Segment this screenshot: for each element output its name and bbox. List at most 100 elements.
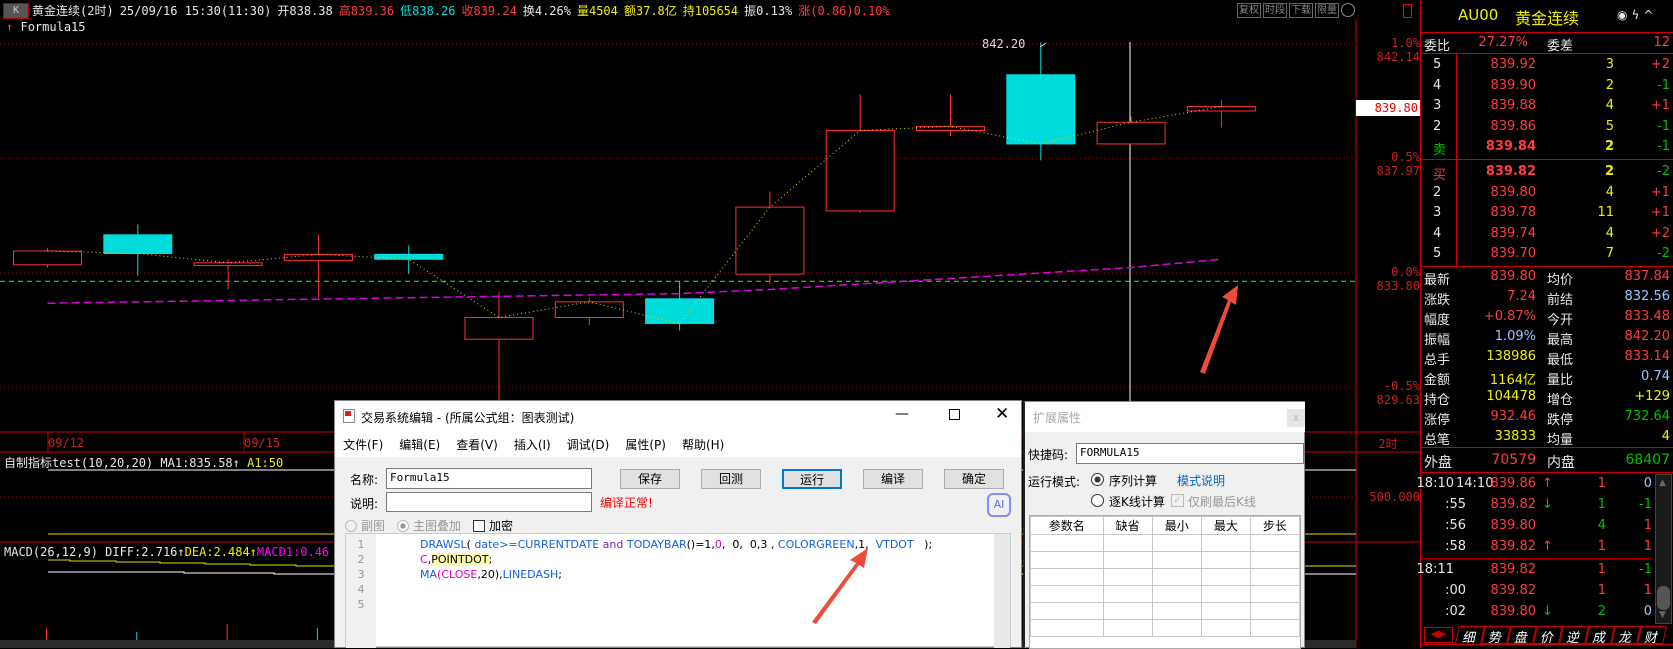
order-book-row[interactable]: 4 839.74 4 +2 (1421, 224, 1673, 244)
param-cell[interactable] (1151, 568, 1202, 586)
column-header[interactable]: 最大 (1200, 516, 1251, 535)
menu-item[interactable]: 编辑(E) (399, 436, 440, 453)
param-cell[interactable] (1151, 602, 1202, 620)
save-button[interactable]: 保存 (620, 469, 680, 489)
name-input[interactable]: Formula15 (386, 468, 592, 489)
param-row[interactable] (1030, 534, 1301, 552)
param-cell[interactable] (1030, 602, 1104, 620)
param-cell[interactable] (1151, 534, 1202, 552)
tab-6[interactable]: 龙 (1611, 626, 1641, 646)
param-cell[interactable] (1200, 551, 1251, 569)
param-cell[interactable] (1102, 619, 1153, 637)
radio-sequence[interactable] (1091, 473, 1104, 486)
param-cell[interactable] (1249, 568, 1301, 586)
param-cell[interactable] (1151, 551, 1202, 569)
column-header[interactable]: 缺省 (1102, 516, 1153, 535)
radio-main-overlay[interactable] (397, 519, 410, 532)
param-cell[interactable] (1200, 602, 1251, 620)
tab-next-icon[interactable]: ▶ (1439, 629, 1447, 640)
ai-button[interactable]: AI (987, 493, 1011, 517)
code-line[interactable]: C,POINTDOT; (420, 552, 492, 567)
tab-2[interactable]: 盘 (1507, 626, 1537, 646)
param-cell[interactable] (1200, 619, 1251, 637)
scroll-up-icon[interactable]: ▲ (1659, 478, 1666, 488)
maximize-button[interactable] (949, 409, 960, 420)
tab-0[interactable]: 细 (1455, 626, 1485, 646)
param-cell[interactable] (1102, 551, 1153, 569)
order-book-row[interactable]: 5 839.92 3 +2 (1421, 55, 1673, 75)
close-button[interactable]: x (1287, 409, 1305, 427)
order-book-row[interactable]: 买 839.82 2 -2 (1421, 162, 1673, 183)
menu-item[interactable]: 插入(I) (514, 436, 551, 453)
order-book-row[interactable]: 2 839.80 4 +1 (1421, 183, 1673, 203)
order-book-row[interactable]: 5 839.70 7 -2 (1421, 244, 1673, 264)
radio-per-bar[interactable] (1091, 494, 1104, 507)
param-row[interactable] (1030, 568, 1301, 586)
order-book-row[interactable]: 3 839.88 4 +1 (1421, 96, 1673, 116)
param-cell[interactable] (1030, 585, 1104, 603)
lightning-icon[interactable]: ϟ (1631, 8, 1643, 22)
desc-input[interactable] (386, 492, 592, 512)
param-cell[interactable] (1151, 585, 1202, 603)
menu-item[interactable]: 文件(F) (343, 436, 383, 453)
record-icon[interactable]: ◉ (1617, 8, 1631, 22)
tab-3[interactable]: 价 (1533, 626, 1563, 646)
param-cell[interactable] (1249, 619, 1301, 637)
scroll-thumb[interactable] (1657, 586, 1670, 610)
column-header[interactable]: 最小 (1151, 516, 1202, 535)
param-cell[interactable] (1200, 568, 1251, 586)
param-cell[interactable] (1102, 585, 1153, 603)
param-cell[interactable] (1249, 585, 1301, 603)
column-header[interactable]: 参数名 (1030, 516, 1104, 535)
param-row[interactable] (1030, 585, 1301, 603)
collapse-icon[interactable]: ^ (1643, 8, 1657, 22)
menu-item[interactable]: 属性(P) (625, 436, 666, 453)
param-cell[interactable] (1200, 585, 1251, 603)
order-book-row[interactable]: 2 839.86 5 -1 (1421, 117, 1673, 137)
minimize-button[interactable]: — (895, 406, 909, 422)
encrypt-checkbox[interactable] (473, 519, 486, 532)
menu-item[interactable]: 帮助(H) (682, 436, 724, 453)
order-book-row[interactable]: 3 839.78 11 +1 (1421, 203, 1673, 223)
param-cell[interactable] (1249, 534, 1301, 552)
ok-button[interactable]: 确定 (944, 469, 1004, 489)
backtest-button[interactable]: 回测 (701, 469, 761, 489)
param-row[interactable] (1030, 602, 1301, 620)
param-cell[interactable] (1102, 568, 1153, 586)
code-line[interactable]: DRAWSL( date>=CURRENTDATE and TODAYBAR()… (420, 537, 932, 552)
param-cell[interactable] (1030, 568, 1104, 586)
param-cell[interactable] (1249, 551, 1301, 569)
mode-help-link[interactable]: 模式说明 (1177, 472, 1225, 489)
param-cell[interactable] (1030, 534, 1104, 552)
order-book-row[interactable]: 卖 839.84 2 -1 (1421, 137, 1673, 158)
tick-scrollbar[interactable]: ▲ ▼ (1655, 474, 1672, 624)
param-cell[interactable] (1102, 534, 1153, 552)
param-cell[interactable] (1200, 534, 1251, 552)
tab-5[interactable]: 成 (1585, 626, 1615, 646)
param-cell[interactable] (1151, 619, 1202, 637)
code-line[interactable]: MA(CLOSE,20),LINEDASH; (420, 567, 562, 582)
order-book-row[interactable]: 4 839.90 2 -1 (1421, 76, 1673, 96)
scroll-down-icon[interactable]: ▼ (1659, 610, 1666, 620)
code-editor[interactable]: 1 2 3 4 5 DRAWSL( date>=CURRENTDATE and TODA… (345, 533, 1011, 648)
run-button[interactable]: 运行 (782, 469, 842, 489)
menu-item[interactable]: 调试(D) (567, 436, 610, 453)
shortcut-input[interactable]: FORMULA15 (1076, 443, 1304, 464)
menu-item[interactable]: 查看(V) (456, 436, 498, 453)
refresh-last-checkbox[interactable]: ✓ (1171, 494, 1184, 507)
compile-button[interactable]: 编译 (863, 469, 923, 489)
column-header[interactable]: 步长 (1249, 516, 1301, 535)
tab-1[interactable]: 势 (1481, 626, 1511, 646)
editor-scrollbar[interactable] (994, 534, 1010, 648)
params-table[interactable]: 参数名 缺省 最小 最大 步长 (1029, 515, 1301, 649)
param-row[interactable] (1030, 551, 1301, 569)
close-button[interactable]: ✕ (995, 404, 1009, 424)
tab-7[interactable]: 财 (1637, 626, 1667, 646)
tab-4[interactable]: 逆 (1559, 626, 1589, 646)
param-cell[interactable] (1102, 602, 1153, 620)
param-row[interactable] (1030, 619, 1301, 637)
param-cell[interactable] (1249, 602, 1301, 620)
radio-subchart[interactable] (345, 519, 357, 532)
tab-prev-icon[interactable]: ◀ (1431, 629, 1439, 640)
param-cell[interactable] (1030, 551, 1104, 569)
